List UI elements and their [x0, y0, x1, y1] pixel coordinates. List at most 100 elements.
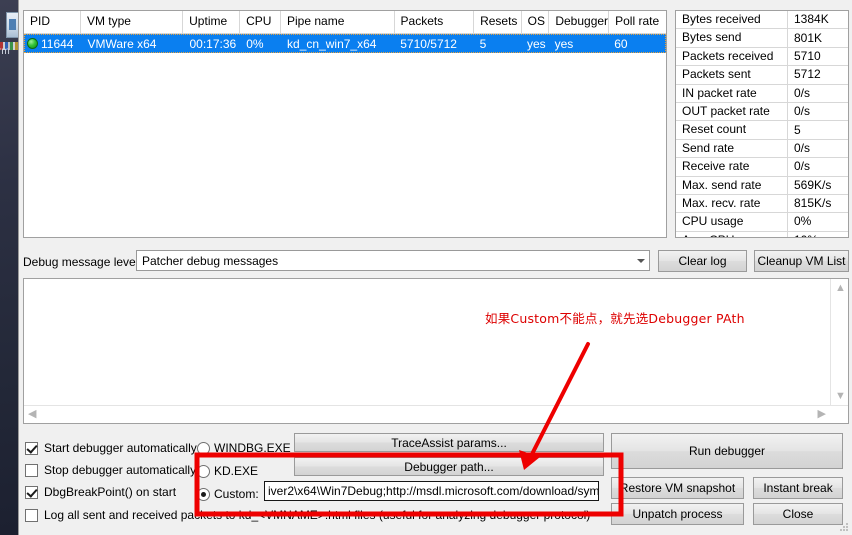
cell-uptime: 00:17:36 [189, 36, 237, 51]
checkmark-icon [25, 485, 38, 499]
stat-row: OUT packet rate 0/s [676, 102, 848, 122]
checkbox-stop-debugger-automatically[interactable]: Stop debugger automatically [25, 463, 196, 477]
status-connected-icon [27, 38, 38, 49]
stat-value: 5 [794, 122, 801, 137]
taskbar-label: rm [0, 46, 10, 57]
stat-row: Packets received 5710 [676, 47, 848, 67]
vm-list[interactable]: PID VM type Uptime CPU Pipe name Packets… [23, 10, 667, 238]
stat-value: 0/s [794, 85, 811, 100]
stat-row: CPU usage 0% [676, 213, 848, 232]
log-horizontal-scrollbar[interactable]: ◀ ▶ [24, 405, 848, 423]
stat-name: Packets sent [676, 66, 788, 84]
stat-value: 1384K [794, 12, 829, 27]
radio-label: Custom: [214, 487, 259, 501]
stat-name: Reset count [676, 121, 788, 139]
vm-list-header: PID VM type Uptime CPU Pipe name Packets… [24, 11, 666, 34]
desktop-background: rm [0, 0, 18, 535]
stat-row: Bytes received 1384K [676, 11, 848, 30]
run-debugger-button[interactable]: Run debugger [611, 433, 843, 469]
desktop-icon[interactable] [6, 12, 18, 38]
column-header-debugger[interactable]: Debugger [549, 11, 610, 33]
stat-row: Avg. CPU usage10% [676, 231, 848, 237]
clear-log-button[interactable]: Clear log [658, 250, 747, 272]
debugger-path-button[interactable]: Debugger path... [294, 457, 604, 476]
instant-break-button[interactable]: Instant break [753, 477, 843, 499]
checkbox-label: Start debugger automatically [44, 441, 197, 455]
statistics-panel: Bytes received 1384K Bytes send 801K Packe… [675, 10, 849, 238]
stat-row: Bytes send 801K [676, 29, 848, 48]
close-button[interactable]: Close [753, 503, 843, 525]
radio-selected-icon [197, 487, 210, 501]
stat-row: Max. send rate 569K/s [676, 176, 848, 195]
radio-windbg-exe[interactable]: WINDBG.EXE [197, 441, 291, 455]
checkbox-log-all-packets[interactable]: Log all sent and received packets to kd_… [25, 508, 590, 522]
debug-message-level-select[interactable]: Patcher debug messages [136, 250, 650, 271]
chevron-left-icon[interactable]: ◀ [28, 409, 36, 420]
stat-value: 0/s [794, 140, 811, 155]
stat-value: 801K [794, 30, 823, 45]
checkbox-label: Log all sent and received packets to kd_… [44, 508, 591, 522]
cell-pid-value: 11644 [41, 36, 74, 51]
debug-message-level-value: Patcher debug messages [142, 253, 279, 268]
stat-name: OUT packet rate [676, 102, 788, 121]
custom-debugger-path-input[interactable]: iver2\x64\Win7Debug;http://msdl.microsof… [264, 481, 599, 501]
radio-custom[interactable]: Custom: [197, 487, 259, 501]
stat-name: IN packet rate [676, 84, 788, 102]
chevron-down-icon[interactable]: ▼ [835, 391, 846, 402]
table-row[interactable]: 11644 VMWare x64 00:17:36 0% kd_cn_win7_… [24, 34, 666, 53]
stat-name: Receive rate [676, 158, 788, 176]
stat-value: 0/s [794, 159, 811, 174]
stat-row: Send rate 0/s [676, 139, 848, 159]
stat-name: Max. recv. rate [676, 194, 788, 213]
radio-circle-icon [197, 464, 210, 478]
log-output[interactable]: ▲ ▼ ◀ ▶ [23, 278, 849, 424]
stat-name: Bytes send [676, 29, 788, 47]
cell-pid: 11644 [25, 37, 82, 51]
checkbox-start-debugger-automatically[interactable]: Start debugger automatically [25, 441, 197, 455]
unpatch-process-button[interactable]: Unpatch process [611, 503, 744, 525]
trace-assist-params-button[interactable]: TraceAssist params... [294, 433, 604, 452]
column-header-pipe-name[interactable]: Pipe name [281, 11, 395, 33]
stat-value: 815K/s [794, 196, 832, 211]
chevron-right-icon[interactable]: ▶ [818, 409, 826, 420]
resize-grip-icon[interactable] [838, 521, 850, 533]
column-header-os[interactable]: OS [522, 11, 550, 33]
stat-row: Receive rate 0/s [676, 158, 848, 177]
column-header-cpu[interactable]: CPU [240, 11, 282, 33]
stat-row: Reset count 5 [676, 121, 848, 140]
checkbox-label: Stop debugger automatically [44, 463, 197, 477]
stat-value: 5712 [794, 67, 821, 82]
log-vertical-scrollbar[interactable]: ▲ ▼ [830, 279, 848, 406]
checkbox-label: DbgBreakPoint() on start [44, 485, 177, 499]
column-header-pid[interactable]: PID [24, 11, 81, 33]
radio-kd-exe[interactable]: KD.EXE [197, 464, 258, 478]
checkbox-box-icon [25, 463, 38, 477]
cell-cpu: 0% [246, 36, 264, 51]
stat-row: IN packet rate 0/s [676, 84, 848, 103]
cell-poll-rate: 60 [614, 36, 628, 51]
checkmark-icon [25, 441, 38, 455]
stat-row: Packets sent 5712 [676, 66, 848, 85]
stat-value: 0% [794, 214, 812, 229]
stat-name: CPU usage [676, 213, 788, 231]
column-header-packets[interactable]: Packets [395, 11, 475, 33]
column-header-uptime[interactable]: Uptime [183, 11, 241, 33]
chevron-down-icon[interactable] [632, 251, 649, 270]
cell-vm-type: VMWare x64 [87, 36, 157, 51]
stat-name: Send rate [676, 139, 788, 158]
chevron-up-icon[interactable]: ▲ [835, 283, 846, 294]
checkbox-dbgbreakpoint-on-start[interactable]: DbgBreakPoint() on start [25, 485, 176, 499]
column-header-vm-type[interactable]: VM type [81, 11, 184, 33]
annotation-text: 如果Custom不能点，就先选Debugger PAth [485, 311, 745, 326]
stat-name: Max. send rate [676, 176, 788, 194]
cleanup-vm-list-button[interactable]: Cleanup VM List [754, 250, 849, 272]
debug-message-level-label: Debug message level: [23, 255, 142, 269]
stat-value: 0/s [794, 104, 811, 119]
cell-os: yes [526, 36, 546, 51]
stat-name: Bytes received [676, 11, 788, 29]
restore-vm-snapshot-button[interactable]: Restore VM snapshot [611, 477, 744, 499]
radio-label: WINDBG.EXE [214, 441, 291, 455]
vmware-kd-window: PID VM type Uptime CPU Pipe name Packets… [18, 0, 852, 535]
column-header-poll-rate[interactable]: Poll rate [609, 11, 666, 33]
column-header-resets[interactable]: Resets [474, 11, 522, 33]
